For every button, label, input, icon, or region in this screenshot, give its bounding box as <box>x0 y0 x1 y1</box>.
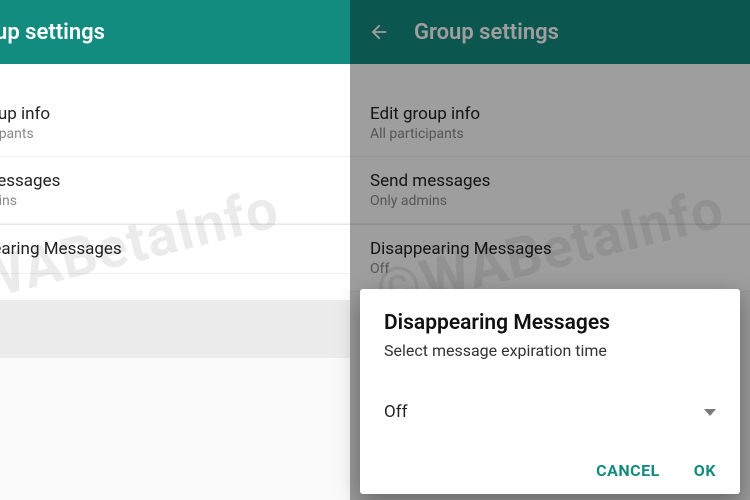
grey-block <box>0 300 350 358</box>
top-spacer <box>0 64 350 90</box>
left-screenshot: Group settings Edit group info All parti… <box>0 0 350 500</box>
row-sub: All participants <box>0 126 270 142</box>
settings-list: Edit group info All participants Send me… <box>0 64 350 358</box>
row-send-messages[interactable]: Send messages Only admins <box>0 157 350 224</box>
dialog-subtitle: Select message expiration time <box>384 341 716 360</box>
dialog-title: Disappearing Messages <box>384 311 716 335</box>
mid-spacer <box>0 274 350 300</box>
row-label: Send messages <box>0 171 270 191</box>
header-title: Group settings <box>0 20 105 45</box>
dropdown-value: Off <box>384 402 408 422</box>
dialog-actions: Cancel OK <box>384 461 716 480</box>
row-edit-group-info[interactable]: Edit group info All participants <box>0 90 350 157</box>
row-disappearing-messages[interactable]: Disappearing Messages <box>0 225 350 274</box>
app-header: Group settings <box>0 0 350 64</box>
row-sub: Only admins <box>0 193 270 209</box>
row-label: Edit group info <box>0 104 270 124</box>
disappearing-messages-dialog: Disappearing Messages Select message exp… <box>360 289 740 494</box>
right-screenshot: Group settings Edit group info All parti… <box>350 0 750 500</box>
chevron-down-icon <box>704 409 716 416</box>
ok-button[interactable]: OK <box>694 461 716 480</box>
row-label: Disappearing Messages <box>0 239 270 259</box>
cancel-button[interactable]: Cancel <box>596 461 660 480</box>
expiration-dropdown[interactable]: Off <box>384 398 716 435</box>
